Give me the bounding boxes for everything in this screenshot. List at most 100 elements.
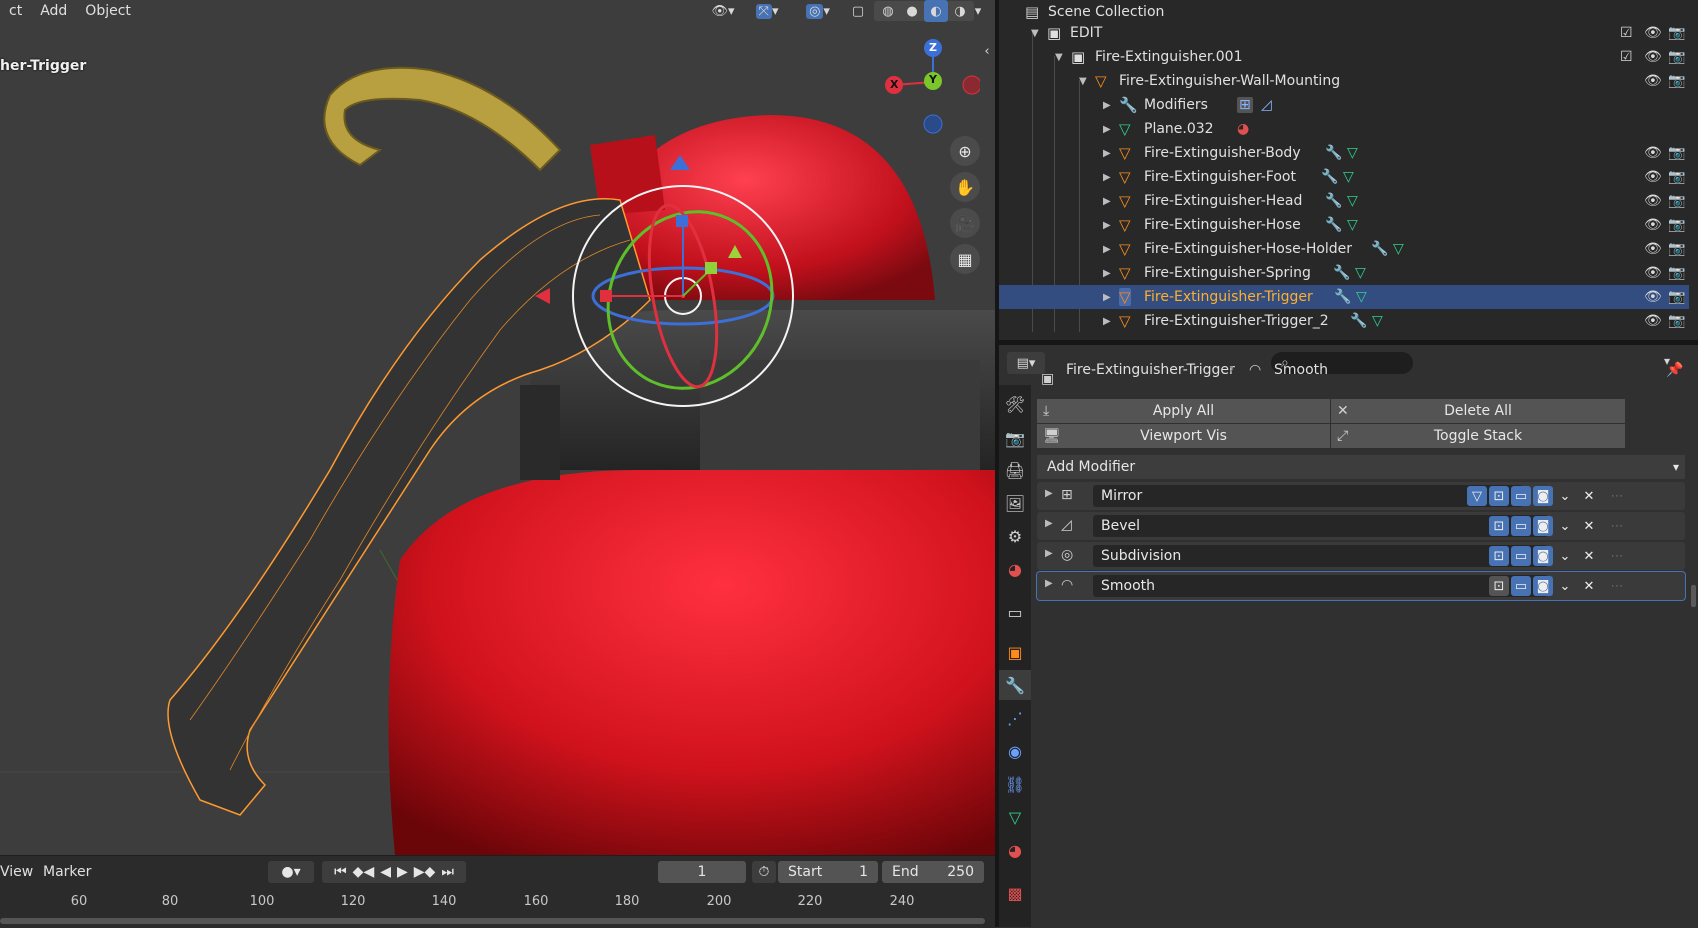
- render-toggle[interactable]: ◙: [1533, 486, 1553, 506]
- modifier-panel-bevel[interactable]: ▶ ◿ Bevel ⊡ ▭ ◙ ⌄ ✕ ⋯: [1037, 512, 1685, 540]
- modifier-menu-dropdown[interactable]: ⌄: [1555, 516, 1575, 536]
- tab-modifiers[interactable]: 🔧: [999, 670, 1031, 700]
- frame-ruler[interactable]: 60 80 100 120 140 160 180 200 220 240: [0, 894, 995, 916]
- edit-mode-toggle[interactable]: ⊡: [1489, 516, 1509, 536]
- mesh-data-icon[interactable]: ▽: [1372, 313, 1383, 329]
- outliner-child-row[interactable]: ▶ ▽ Fire-Extinguisher-Foot 🔧 ▽ 👁 📷: [999, 165, 1689, 189]
- viewport-toggle[interactable]: ▭: [1511, 486, 1531, 506]
- expand-arrow-icon[interactable]: ▶: [1045, 578, 1053, 589]
- drag-handle[interactable]: ⋯: [1607, 576, 1627, 596]
- edit-mode-toggle[interactable]: ⊡: [1489, 576, 1509, 596]
- expand-arrow-icon[interactable]: ▶: [1045, 488, 1053, 499]
- zoom-button[interactable]: ⊕: [950, 136, 980, 166]
- render-toggle[interactable]: ◙: [1533, 576, 1553, 596]
- outliner-child-row[interactable]: ▶ ▽ Fire-Extinguisher-Trigger_2 🔧 ▽ 👁 📷: [999, 309, 1689, 333]
- expand-arrow-icon[interactable]: ▼: [1079, 76, 1087, 87]
- expand-arrow-icon[interactable]: ▼: [1031, 28, 1039, 39]
- eye-icon[interactable]: 👁: [1644, 73, 1662, 89]
- camera-render-icon[interactable]: 📷: [1668, 73, 1685, 89]
- tab-world[interactable]: ◕: [999, 554, 1031, 584]
- viewport-vis-button[interactable]: 🖥 Viewport Vis: [1037, 424, 1330, 448]
- eye-icon[interactable]: 👁: [1644, 289, 1662, 305]
- modifier-menu-dropdown[interactable]: ⌄: [1555, 576, 1575, 596]
- tab-data[interactable]: ▽: [999, 802, 1031, 832]
- eye-icon[interactable]: 👁: [1644, 169, 1662, 185]
- eye-icon[interactable]: 👁: [1644, 265, 1662, 281]
- toggle-stack-button[interactable]: ⤢ Toggle Stack: [1331, 424, 1625, 448]
- jump-end-icon[interactable]: ⏭: [441, 864, 454, 880]
- render-toggle[interactable]: ◙: [1533, 516, 1553, 536]
- wrench-icon[interactable]: 🔧: [1371, 241, 1388, 257]
- timeline-menu-marker[interactable]: Marker: [43, 864, 91, 880]
- edit-mode-toggle[interactable]: ⊡: [1489, 486, 1509, 506]
- tab-scene[interactable]: ⚙: [999, 521, 1031, 551]
- keyframe-record-button[interactable]: ●▾: [268, 861, 314, 883]
- eye-icon[interactable]: 👁: [1644, 313, 1662, 329]
- properties-scrollbar[interactable]: [1691, 585, 1696, 607]
- viewport-toggle[interactable]: ▭: [1511, 516, 1531, 536]
- apply-all-button[interactable]: ⤓ Apply All: [1037, 399, 1330, 423]
- tab-material[interactable]: ◕: [999, 835, 1031, 865]
- remove-modifier-button[interactable]: ✕: [1579, 546, 1599, 566]
- eye-icon[interactable]: 👁: [1644, 241, 1662, 257]
- timeline-menu-view[interactable]: View: [0, 864, 33, 880]
- wrench-icon[interactable]: 🔧: [1325, 193, 1342, 209]
- shading-wireframe[interactable]: ◍: [876, 0, 900, 22]
- camera-render-icon[interactable]: 📷: [1668, 145, 1685, 161]
- menu-add[interactable]: Add: [31, 0, 76, 22]
- mesh-data-icon[interactable]: ▽: [1393, 241, 1404, 257]
- tab-object[interactable]: ▣: [999, 637, 1031, 667]
- mesh-data-icon[interactable]: ▽: [1356, 289, 1367, 305]
- outliner-child-row[interactable]: ▶ ▽ Fire-Extinguisher-Hose 🔧 ▽ 👁 📷: [999, 213, 1689, 237]
- remove-modifier-button[interactable]: ✕: [1579, 576, 1599, 596]
- prev-keyframe-icon[interactable]: ◆◀: [353, 864, 375, 880]
- menu-object[interactable]: Object: [76, 0, 140, 22]
- jump-start-icon[interactable]: ⏮: [334, 864, 347, 880]
- overlay-toggle[interactable]: ◎ ▾: [798, 0, 838, 22]
- tab-texture[interactable]: ▩: [999, 878, 1031, 908]
- visibility-dropdown[interactable]: 👁▾: [705, 0, 741, 22]
- modifier-menu-dropdown[interactable]: ⌄: [1555, 486, 1575, 506]
- modifiers-row[interactable]: ▶ 🔧 Modifiers ⊞ ◿: [999, 93, 1689, 117]
- pan-button[interactable]: ✋: [950, 172, 980, 202]
- wrench-icon[interactable]: 🔧: [1325, 145, 1342, 161]
- expand-arrow-icon[interactable]: ▶: [1045, 548, 1053, 559]
- outliner-child-row[interactable]: ▶ ▽ Fire-Extinguisher-Head 🔧 ▽ 👁 📷: [999, 189, 1689, 213]
- wrench-icon[interactable]: 🔧: [1350, 313, 1367, 329]
- eye-icon[interactable]: 👁: [1644, 217, 1662, 233]
- outliner-child-row-selected[interactable]: ▶ ▽ Fire-Extinguisher-Trigger 🔧 ▽ 👁 📷: [999, 285, 1689, 309]
- camera-render-icon[interactable]: 📷: [1668, 49, 1685, 65]
- camera-render-icon[interactable]: 📷: [1668, 25, 1685, 41]
- expand-arrow-icon[interactable]: ▶: [1103, 100, 1111, 111]
- shading-solid[interactable]: ●: [900, 0, 924, 22]
- tab-collection[interactable]: ▭: [999, 597, 1031, 627]
- wrench-icon[interactable]: 🔧: [1333, 265, 1350, 281]
- collection-row-edit[interactable]: ▼ ▣ EDIT ☑ 👁 📷: [999, 21, 1689, 45]
- add-modifier-dropdown[interactable]: Add Modifier ▾: [1037, 455, 1685, 479]
- mesh-data-icon[interactable]: ▽: [1347, 193, 1358, 209]
- tab-render[interactable]: 📷: [999, 423, 1031, 453]
- delete-all-button[interactable]: ✕ Delete All: [1331, 399, 1625, 423]
- menu-select[interactable]: ct: [0, 0, 31, 22]
- modifier-name-field[interactable]: Bevel: [1093, 515, 1548, 537]
- drag-handle[interactable]: ⋯: [1607, 516, 1627, 536]
- expand-arrow-icon[interactable]: ▶: [1103, 292, 1111, 303]
- modifier-menu-dropdown[interactable]: ⌄: [1555, 546, 1575, 566]
- modifier-name-field[interactable]: Mirror: [1093, 485, 1523, 507]
- mirror-modifier-icon[interactable]: ⊞: [1237, 97, 1253, 113]
- remove-modifier-button[interactable]: ✕: [1579, 516, 1599, 536]
- expand-arrow-icon[interactable]: ▶: [1103, 268, 1111, 279]
- expand-arrow-icon[interactable]: ▶: [1103, 244, 1111, 255]
- camera-view-button[interactable]: 🎥: [950, 208, 980, 238]
- modifier-name-field[interactable]: Subdivision: [1093, 545, 1548, 567]
- outliner-child-row[interactable]: ▶ ▽ Fire-Extinguisher-Spring 🔧 ▽ 👁 📷: [999, 261, 1689, 285]
- camera-render-icon[interactable]: 📷: [1668, 265, 1685, 281]
- play-reverse-icon[interactable]: ◀: [380, 864, 391, 880]
- camera-render-icon[interactable]: 📷: [1668, 241, 1685, 257]
- expand-arrow-icon[interactable]: ▶: [1045, 518, 1053, 529]
- editor-type-dropdown[interactable]: ▤▾: [1007, 352, 1045, 374]
- drag-handle[interactable]: ⋯: [1607, 486, 1627, 506]
- tab-particles[interactable]: ⋰: [999, 703, 1031, 733]
- tab-output[interactable]: 🖨: [999, 455, 1031, 485]
- mesh-data-icon[interactable]: ▽: [1343, 169, 1354, 185]
